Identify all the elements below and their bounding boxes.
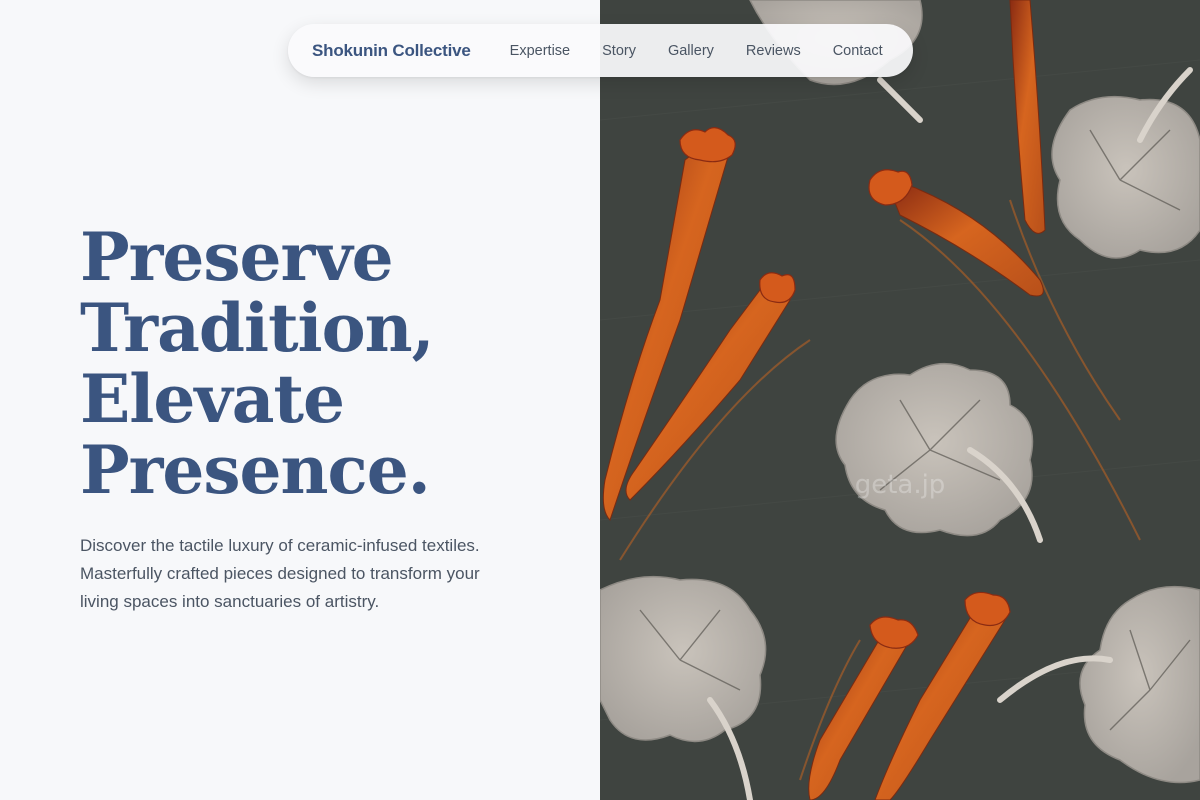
hero-textile-image: geta.jp	[600, 0, 1200, 800]
brand-logo[interactable]: Shokunin Collective	[312, 41, 471, 61]
watermark-text: geta.jp	[855, 470, 946, 500]
nav-link-contact[interactable]: Contact	[833, 43, 883, 59]
headline-line: Tradition,	[80, 289, 435, 367]
leaf-shape	[1051, 95, 1200, 259]
hero-headline: Preserve Tradition, Elevate Presence.	[80, 222, 580, 506]
leaf-shape	[600, 575, 767, 743]
nav-links: Expertise Story Gallery Reviews Contact	[510, 43, 883, 59]
nav-link-expertise[interactable]: Expertise	[510, 43, 570, 59]
nav-link-gallery[interactable]: Gallery	[668, 43, 714, 59]
nav-link-story[interactable]: Story	[602, 43, 636, 59]
hero-subtext: Discover the tactile luxury of ceramic-i…	[80, 536, 480, 611]
top-nav-bar: Shokunin Collective Expertise Story Gall…	[288, 24, 913, 77]
hero-text-panel: Preserve Tradition, Elevate Presence. Di…	[0, 0, 600, 800]
nav-link-reviews[interactable]: Reviews	[746, 43, 801, 59]
headline-line: Presence.	[80, 431, 431, 509]
headline-line: Elevate	[80, 360, 345, 438]
headline-line: Preserve	[80, 218, 394, 296]
